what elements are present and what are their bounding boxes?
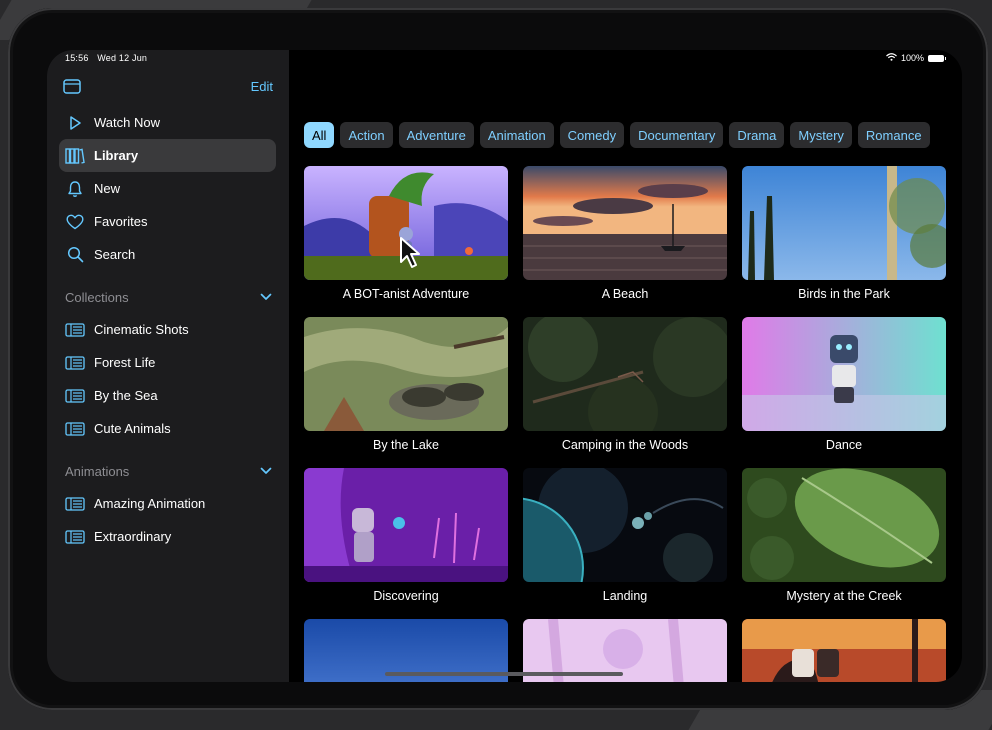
filter-chip-drama[interactable]: Drama bbox=[729, 122, 785, 148]
video-thumbnail bbox=[304, 468, 508, 582]
edit-button[interactable]: Edit bbox=[251, 79, 273, 94]
video-thumbnail bbox=[523, 166, 727, 280]
sidebar-item-label: Cinematic Shots bbox=[94, 322, 189, 337]
playlist-icon bbox=[65, 419, 85, 439]
video-card[interactable]: A Beach bbox=[523, 166, 727, 301]
search-icon bbox=[65, 245, 85, 265]
filter-chip-animation[interactable]: Animation bbox=[479, 122, 554, 148]
video-card[interactable] bbox=[742, 619, 946, 682]
video-card[interactable]: Discovering bbox=[304, 468, 508, 603]
status-bar-right: 100% bbox=[886, 53, 946, 63]
video-title: Mystery at the Creek bbox=[786, 589, 902, 603]
section-title: Animations bbox=[65, 463, 130, 479]
video-thumbnail bbox=[523, 468, 727, 582]
sidebar-item-label: Favorites bbox=[94, 214, 148, 229]
sidebar-item-search[interactable]: Search bbox=[59, 238, 276, 271]
sidebar-item-label: By the Sea bbox=[94, 388, 158, 403]
animations-section-header[interactable]: Animations bbox=[65, 461, 272, 481]
playlist-icon bbox=[65, 353, 85, 373]
bell-icon bbox=[65, 179, 85, 199]
video-thumbnail bbox=[523, 317, 727, 431]
video-title: A BOT-anist Adventure bbox=[342, 287, 470, 301]
ipad-frame: 15:56 Wed 12 Jun Edit Watch Now Library … bbox=[8, 8, 988, 710]
battery-percentage: 100% bbox=[900, 53, 924, 63]
play-icon bbox=[65, 113, 85, 133]
sidebar-item-favorites[interactable]: Favorites bbox=[59, 205, 276, 238]
playlist-icon bbox=[65, 386, 85, 406]
playlist-icon bbox=[65, 527, 85, 547]
filter-chip-all[interactable]: All bbox=[304, 122, 335, 148]
sidebar-item-new[interactable]: New bbox=[59, 172, 276, 205]
video-title: A Beach bbox=[601, 287, 649, 301]
status-time: 15:56 bbox=[65, 53, 89, 63]
sidebar-item-forest-life[interactable]: Forest Life bbox=[59, 346, 276, 379]
status-date: Wed 12 Jun bbox=[97, 53, 148, 63]
video-thumbnail bbox=[742, 619, 946, 682]
sidebar-item-watch-now[interactable]: Watch Now bbox=[59, 106, 276, 139]
chevron-down-icon bbox=[260, 462, 272, 480]
chevron-down-icon bbox=[260, 288, 272, 306]
filter-chip-mystery[interactable]: Mystery bbox=[790, 122, 852, 148]
video-title: Dance bbox=[825, 438, 863, 452]
wifi-icon bbox=[886, 53, 897, 63]
sidebar-item-library[interactable]: Library bbox=[59, 139, 276, 172]
video-title: Discovering bbox=[373, 589, 439, 603]
filter-chip-comedy[interactable]: Comedy bbox=[559, 122, 625, 148]
sidebar-item-extraordinary[interactable]: Extraordinary bbox=[59, 520, 276, 553]
section-title: Collections bbox=[65, 289, 129, 305]
sidebar-item-label: New bbox=[94, 181, 121, 196]
sidebar-item-amazing-animation[interactable]: Amazing Animation bbox=[59, 487, 276, 520]
video-thumbnail bbox=[742, 166, 946, 280]
filter-chips: All Action Adventure Animation Comedy Do… bbox=[304, 122, 930, 148]
sidebar-item-label: Extraordinary bbox=[94, 529, 172, 544]
collections-section-header[interactable]: Collections bbox=[65, 287, 272, 307]
status-bar-left: 15:56 Wed 12 Jun bbox=[65, 53, 153, 63]
playlist-icon bbox=[65, 494, 85, 514]
video-card[interactable]: By the Lake bbox=[304, 317, 508, 452]
sidebar-item-cute-animals[interactable]: Cute Animals bbox=[59, 412, 276, 445]
sidebar-toggle-icon[interactable] bbox=[63, 79, 81, 94]
books-icon bbox=[65, 146, 85, 166]
filter-chip-action[interactable]: Action bbox=[340, 122, 393, 148]
battery-icon bbox=[928, 54, 946, 62]
screen: 15:56 Wed 12 Jun Edit Watch Now Library … bbox=[47, 50, 962, 682]
video-card[interactable]: Landing bbox=[523, 468, 727, 603]
sidebar-item-label: Amazing Animation bbox=[94, 496, 206, 511]
filter-chip-adventure[interactable]: Adventure bbox=[398, 122, 474, 148]
sidebar-item-label: Search bbox=[94, 247, 136, 262]
video-title: By the Lake bbox=[372, 438, 439, 452]
video-card[interactable]: Camping in the Woods bbox=[523, 317, 727, 452]
filter-chip-romance[interactable]: Romance bbox=[857, 122, 930, 148]
sidebar-item-label: Forest Life bbox=[94, 355, 156, 370]
sidebar: 15:56 Wed 12 Jun Edit Watch Now Library … bbox=[47, 50, 289, 682]
video-card[interactable]: Dance bbox=[742, 317, 946, 452]
library-content: 100% All Action Adventure Animation Come… bbox=[289, 50, 962, 682]
video-card[interactable]: Mystery at the Creek bbox=[742, 468, 946, 603]
video-title: Camping in the Woods bbox=[561, 438, 689, 452]
video-thumbnail bbox=[742, 468, 946, 582]
sidebar-item-label: Library bbox=[94, 148, 139, 163]
sidebar-item-label: Watch Now bbox=[94, 115, 160, 130]
sidebar-item-by-the-sea[interactable]: By the Sea bbox=[59, 379, 276, 412]
video-card[interactable]: A BOT-anist Adventure bbox=[304, 166, 508, 301]
sidebar-item-label: Cute Animals bbox=[94, 421, 171, 436]
video-title: Landing bbox=[602, 589, 648, 603]
heart-icon bbox=[65, 212, 85, 232]
video-thumbnail bbox=[742, 317, 946, 431]
playlist-icon bbox=[65, 320, 85, 340]
mouse-cursor-icon bbox=[399, 236, 423, 275]
sidebar-item-cinematic-shots[interactable]: Cinematic Shots bbox=[59, 313, 276, 346]
video-thumbnail bbox=[304, 317, 508, 431]
video-card[interactable]: Birds in the Park bbox=[742, 166, 946, 301]
home-indicator bbox=[385, 672, 623, 676]
filter-chip-documentary[interactable]: Documentary bbox=[630, 122, 724, 148]
video-title: Birds in the Park bbox=[798, 287, 890, 301]
